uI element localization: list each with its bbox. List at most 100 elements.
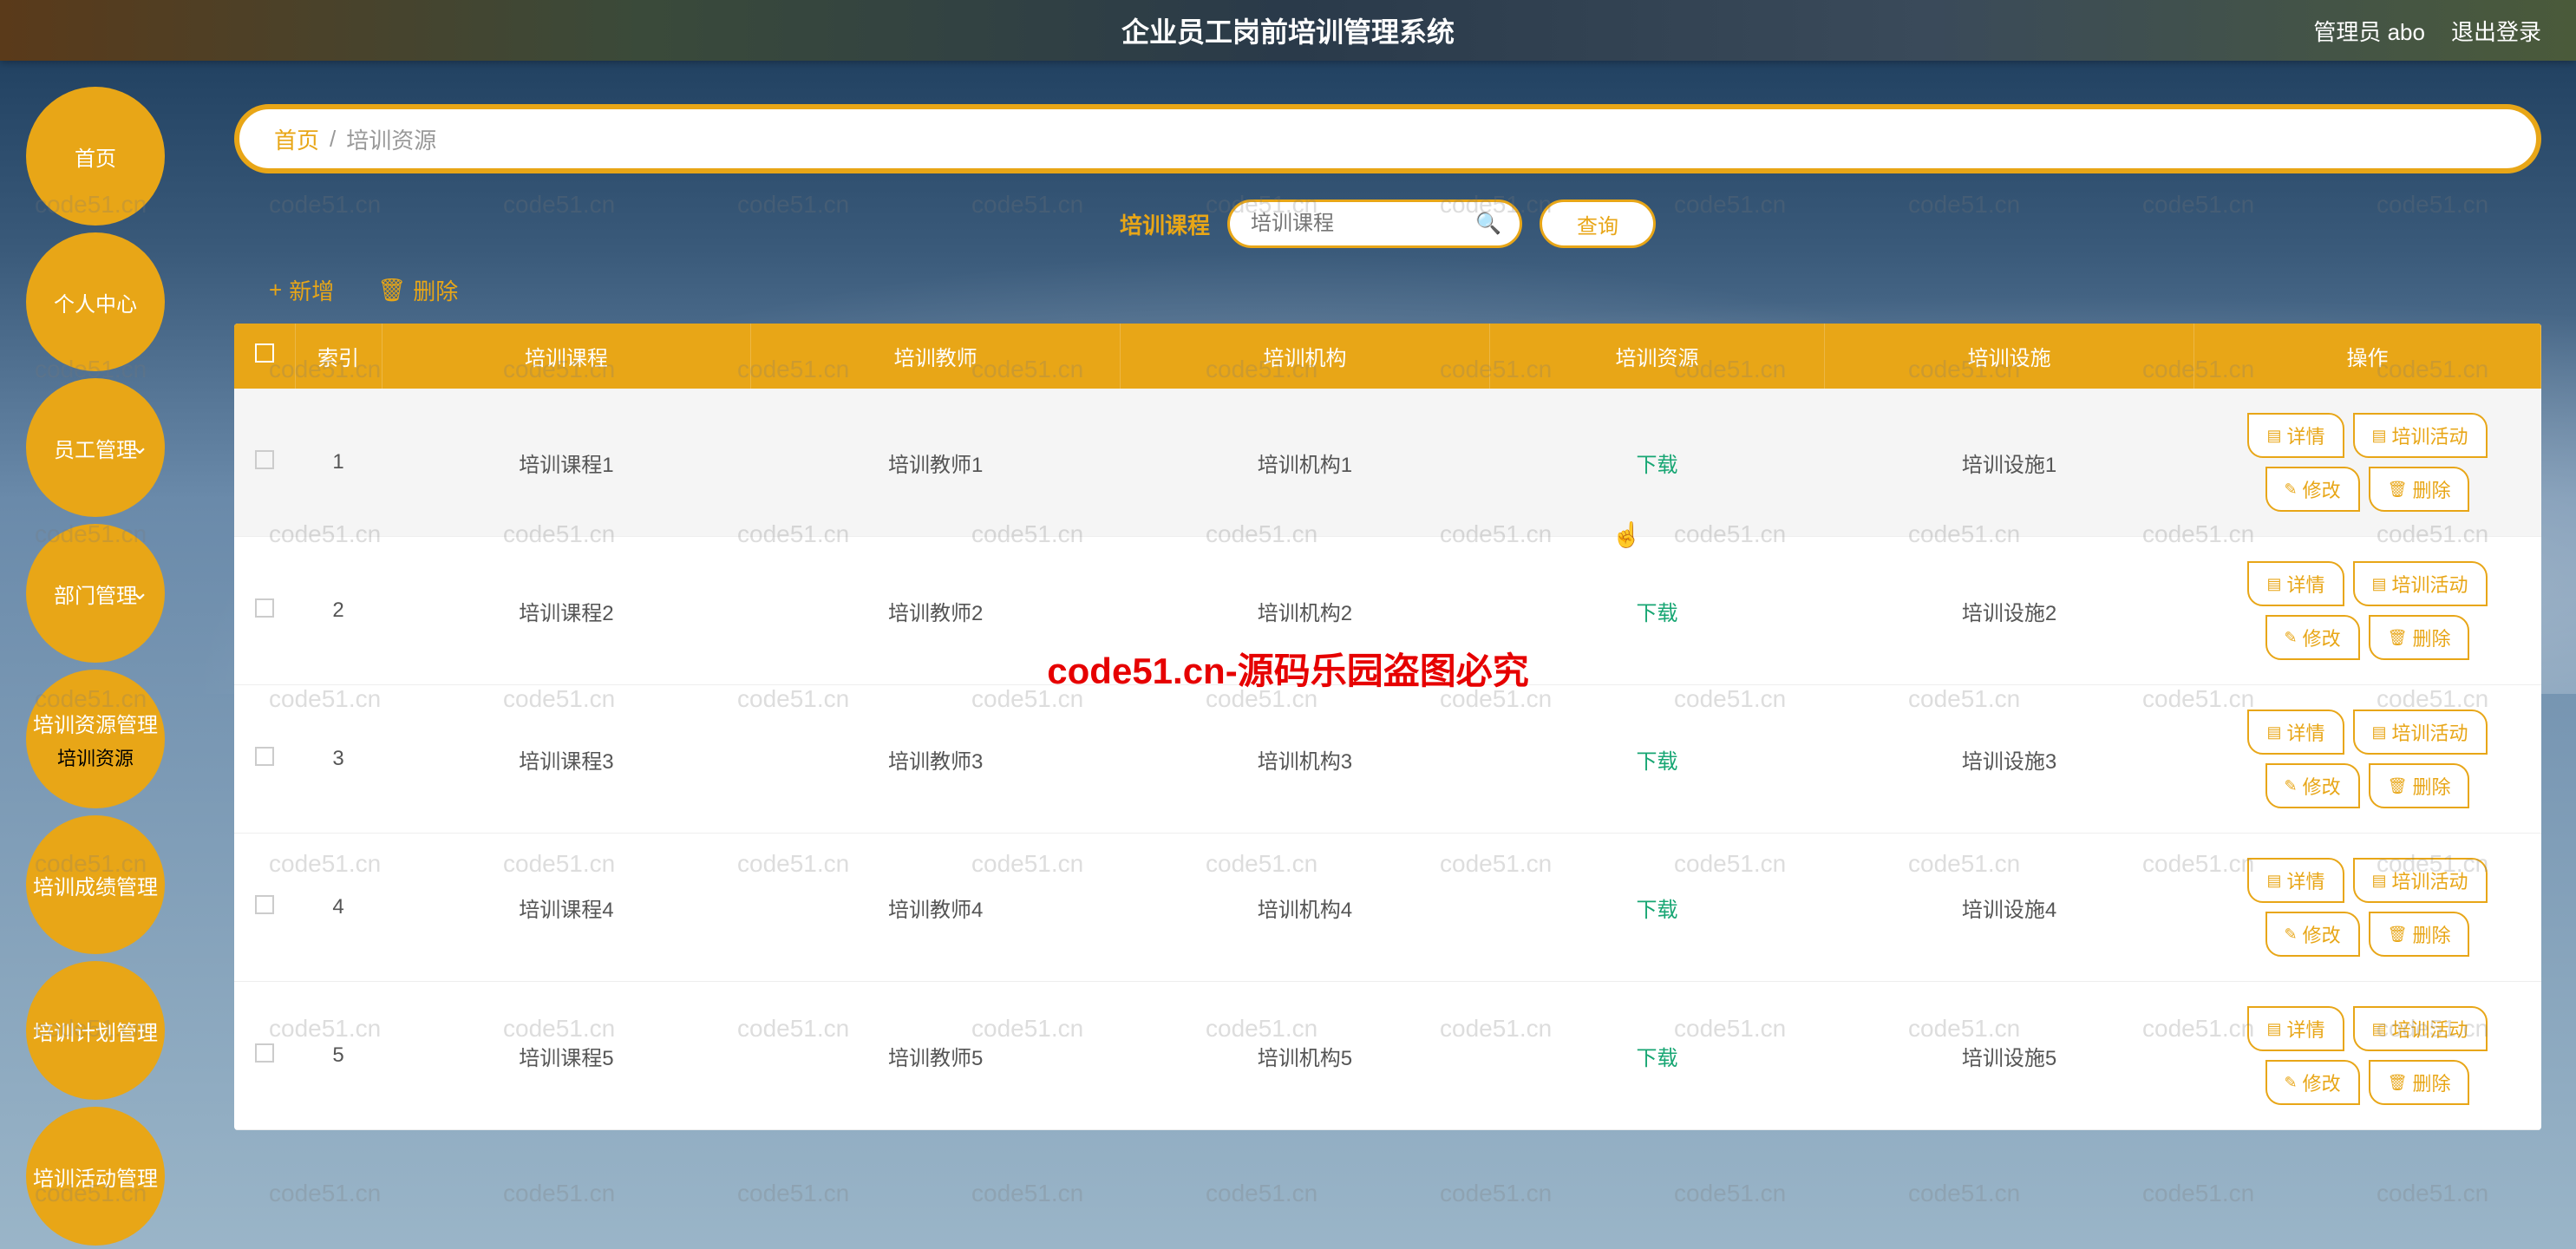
plus-icon: +: [269, 277, 282, 304]
table-row: 1 培训课程1 培训教师1 培训机构1 下载 培训设施1 ▤详情 ▤培训活动 ✎…: [234, 389, 2541, 537]
sidebar-item-label: 个人中心: [54, 287, 137, 317]
edit-button[interactable]: ✎修改: [2265, 615, 2360, 660]
sidebar-item-label: 员工管理: [54, 433, 137, 463]
main-content: 首页 / 培训资源 培训课程 🔍 查询 +新增 🗑删除 索引 培训课程 培训教师…: [234, 104, 2541, 1249]
cell-teacher: 培训教师3: [751, 685, 1121, 834]
breadcrumb-separator: /: [330, 126, 336, 153]
cell-facility: 培训设施2: [1825, 537, 2194, 685]
sidebar-item-training-activity[interactable]: 培训活动管理: [26, 1107, 165, 1246]
detail-button[interactable]: ▤详情: [2247, 413, 2344, 458]
sidebar-item-label: 培训资源管理: [33, 708, 158, 738]
col-course: 培训课程: [382, 324, 751, 389]
download-link[interactable]: 下载: [1637, 750, 1678, 774]
cell-org: 培训机构3: [1121, 685, 1490, 834]
cell-teacher: 培训教师2: [751, 537, 1121, 685]
sidebar-item-training-resource[interactable]: 培训资源管理 培训资源: [26, 670, 165, 808]
doc-icon: ▤: [2266, 723, 2281, 742]
breadcrumb-home[interactable]: 首页: [274, 123, 319, 155]
doc-icon: ▤: [2372, 427, 2387, 445]
cell-teacher: 培训教师4: [751, 834, 1121, 982]
edit-button[interactable]: ✎修改: [2265, 1060, 2360, 1105]
col-resource: 培训资源: [1489, 324, 1824, 389]
trash-icon: 🗑: [2388, 629, 2408, 647]
edit-button[interactable]: ✎修改: [2265, 467, 2360, 512]
doc-icon: ▤: [2266, 872, 2281, 890]
detail-button[interactable]: ▤详情: [2247, 561, 2344, 606]
trash-icon: 🗑: [2388, 925, 2408, 944]
download-link[interactable]: 下载: [1637, 899, 1678, 922]
col-facility: 培训设施: [1825, 324, 2194, 389]
cell-index: 3: [295, 685, 382, 834]
table-row: 3 培训课程3 培训教师3 培训机构3 下载 培训设施3 ▤详情 ▤培训活动 ✎…: [234, 685, 2541, 834]
activity-button[interactable]: ▤培训活动: [2353, 1006, 2488, 1051]
edit-button[interactable]: ✎修改: [2265, 912, 2360, 957]
admin-user-link[interactable]: 管理员 abo: [2313, 15, 2425, 47]
sidebar-item-label: 培训成绩管理: [33, 870, 158, 900]
activity-button[interactable]: ▤培训活动: [2353, 561, 2488, 606]
col-index: 索引: [295, 324, 382, 389]
row-checkbox[interactable]: [255, 1043, 274, 1063]
data-table: 索引 培训课程 培训教师 培训机构 培训资源 培训设施 操作 1 培训课程1 培…: [234, 324, 2541, 1130]
row-delete-button[interactable]: 🗑删除: [2369, 1060, 2470, 1105]
sidebar-item-label: 首页: [75, 141, 116, 172]
download-link[interactable]: 下载: [1637, 1047, 1678, 1070]
cell-facility: 培训设施5: [1825, 982, 2194, 1130]
cell-index: 5: [295, 982, 382, 1130]
table-row: 2 培训课程2 培训教师2 培训机构2 下载 培训设施2 ▤详情 ▤培训活动 ✎…: [234, 537, 2541, 685]
row-checkbox[interactable]: [255, 747, 274, 766]
edit-icon: ✎: [2285, 481, 2298, 499]
cell-course: 培训课程5: [382, 982, 751, 1130]
sidebar-sub-item[interactable]: 培训资源: [57, 743, 134, 771]
search-icon[interactable]: 🔍: [1475, 212, 1501, 237]
cell-course: 培训课程2: [382, 537, 751, 685]
doc-icon: ▤: [2266, 575, 2281, 593]
row-delete-button[interactable]: 🗑删除: [2369, 467, 2470, 512]
row-delete-button[interactable]: 🗑删除: [2369, 763, 2470, 808]
col-ops: 操作: [2194, 324, 2541, 389]
cell-course: 培训课程4: [382, 834, 751, 982]
row-delete-button[interactable]: 🗑删除: [2369, 912, 2470, 957]
sidebar-item-home[interactable]: 首页: [26, 87, 165, 226]
sidebar-item-staff[interactable]: 员工管理: [26, 378, 165, 517]
search-button[interactable]: 查询: [1540, 199, 1656, 248]
activity-button[interactable]: ▤培训活动: [2353, 710, 2488, 755]
cell-facility: 培训设施1: [1825, 389, 2194, 537]
cell-course: 培训课程3: [382, 685, 751, 834]
sidebar-item-profile[interactable]: 个人中心: [26, 232, 165, 371]
download-link[interactable]: 下载: [1637, 454, 1678, 477]
edit-icon: ✎: [2285, 1074, 2298, 1092]
search-bar: 培训课程 🔍 查询: [234, 199, 2541, 248]
select-all-checkbox[interactable]: [255, 343, 274, 363]
add-button[interactable]: +新增: [269, 274, 334, 306]
activity-button[interactable]: ▤培训活动: [2353, 858, 2488, 903]
edit-icon: ✎: [2285, 629, 2298, 647]
row-checkbox[interactable]: [255, 598, 274, 618]
doc-icon: ▤: [2372, 872, 2387, 890]
logout-link[interactable]: 退出登录: [2451, 15, 2541, 47]
edit-icon: ✎: [2285, 925, 2298, 944]
sidebar-item-training-plan[interactable]: 培训计划管理: [26, 961, 165, 1100]
edit-button[interactable]: ✎修改: [2265, 763, 2360, 808]
sidebar-item-department[interactable]: 部门管理: [26, 524, 165, 663]
row-checkbox[interactable]: [255, 450, 274, 469]
sidebar-item-label: 部门管理: [54, 579, 137, 609]
doc-icon: ▤: [2372, 1020, 2387, 1038]
row-checkbox[interactable]: [255, 895, 274, 914]
detail-button[interactable]: ▤详情: [2247, 1006, 2344, 1051]
sidebar-item-training-score[interactable]: 培训成绩管理: [26, 815, 165, 954]
delete-button[interactable]: 🗑删除: [377, 274, 458, 306]
cell-teacher: 培训教师1: [751, 389, 1121, 537]
table-row: 4 培训课程4 培训教师4 培训机构4 下载 培训设施4 ▤详情 ▤培训活动 ✎…: [234, 834, 2541, 982]
cell-org: 培训机构4: [1121, 834, 1490, 982]
detail-button[interactable]: ▤详情: [2247, 858, 2344, 903]
download-link[interactable]: 下载: [1637, 602, 1678, 625]
edit-icon: ✎: [2285, 777, 2298, 795]
row-delete-button[interactable]: 🗑删除: [2369, 615, 2470, 660]
cell-facility: 培训设施4: [1825, 834, 2194, 982]
doc-icon: ▤: [2266, 1020, 2281, 1038]
cell-index: 1: [295, 389, 382, 537]
trash-icon: 🗑: [377, 277, 406, 304]
breadcrumb-current: 培训资源: [346, 123, 436, 155]
activity-button[interactable]: ▤培训活动: [2353, 413, 2488, 458]
detail-button[interactable]: ▤详情: [2247, 710, 2344, 755]
